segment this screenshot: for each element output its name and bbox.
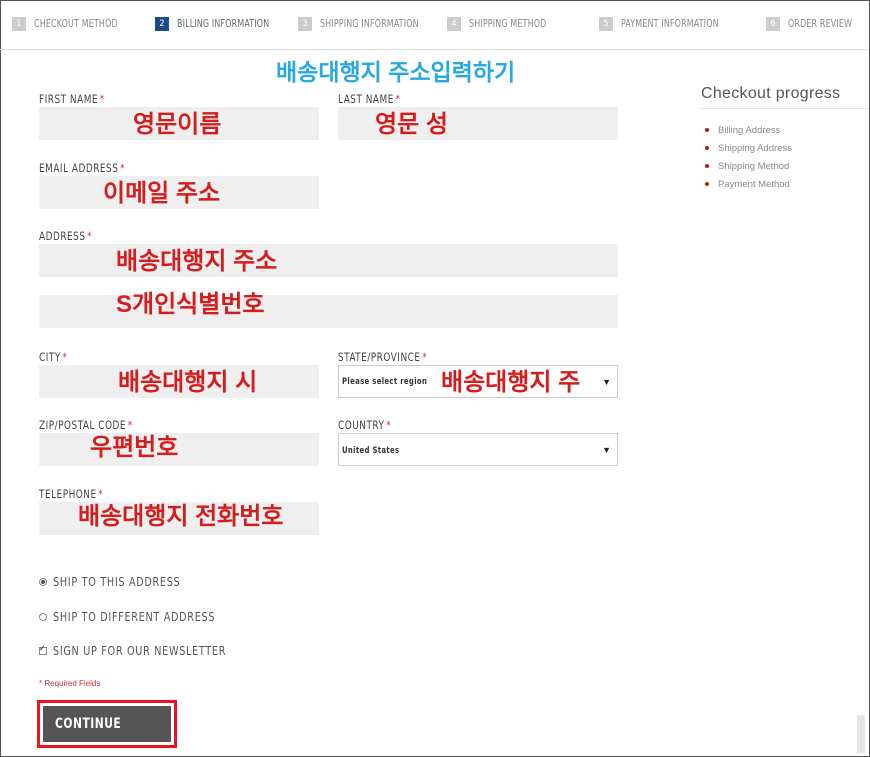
state-selected-value: Please select region	[342, 377, 428, 387]
progress-item-label: Shipping Method	[718, 160, 790, 172]
progress-item: Billing Address	[705, 121, 792, 139]
step-number: 4	[447, 17, 461, 31]
annotation-address-line1: 배송대행지 주소	[116, 248, 278, 275]
step-number: 6	[766, 17, 780, 31]
address-label: ADDRESS *	[39, 229, 92, 243]
bullet-icon	[705, 164, 709, 168]
step-label: PAYMENT INFORMATION	[621, 18, 719, 30]
newsletter-option[interactable]: SIGN UP FOR OUR NEWSLETTER	[39, 643, 254, 658]
step-order-review[interactable]: 6 ORDER REVIEW	[766, 16, 864, 32]
annotation-last-name: 영문 성	[375, 111, 448, 138]
required-fields-note: * Required Fields	[39, 679, 101, 688]
required-marker: *	[422, 350, 428, 364]
last-name-label: LAST NAME *	[338, 92, 401, 106]
annotation-first-name: 영문이름	[133, 111, 222, 138]
continue-highlight: CONTINUE	[37, 700, 177, 748]
label-text: STATE/PROVINCE	[338, 350, 421, 364]
label-text: EMAIL ADDRESS	[39, 161, 119, 175]
required-marker: *	[395, 92, 401, 106]
option-label: SHIP TO THIS ADDRESS	[53, 574, 181, 589]
checkout-steps: 1 CHECKOUT METHOD 2 BILLING INFORMATION …	[0, 0, 868, 50]
step-label: BILLING INFORMATION	[177, 18, 270, 30]
option-label: SHIP TO DIFFERENT ADDRESS	[53, 609, 216, 624]
step-label: CHECKOUT METHOD	[34, 18, 118, 30]
step-payment-information[interactable]: 5 PAYMENT INFORMATION	[599, 16, 737, 32]
label-text: COUNTRY	[338, 418, 385, 432]
progress-item: Payment Method	[705, 175, 792, 193]
label-text: LAST NAME	[338, 92, 394, 106]
bullet-icon	[705, 128, 709, 132]
step-label: SHIPPING METHOD	[469, 18, 547, 30]
chevron-down-icon: ▼	[602, 445, 611, 455]
required-marker: *	[62, 350, 68, 364]
step-label: ORDER REVIEW	[788, 18, 853, 30]
email-label: EMAIL ADDRESS *	[39, 161, 125, 175]
required-marker: *	[87, 229, 93, 243]
country-label: COUNTRY *	[338, 418, 391, 432]
country-selected-value: United States	[342, 446, 400, 456]
step-shipping-method[interactable]: 4 SHIPPING METHOD	[447, 16, 561, 32]
bullet-icon	[705, 182, 709, 186]
progress-item: Shipping Address	[705, 139, 792, 157]
checkout-progress-list: Billing Address Shipping Address Shippin…	[705, 121, 792, 193]
required-marker: *	[98, 487, 104, 501]
step-number: 3	[298, 17, 312, 31]
radio-selected-icon[interactable]	[39, 577, 47, 586]
label-text: FIRST NAME	[39, 92, 99, 106]
step-shipping-information[interactable]: 3 SHIPPING INFORMATION	[298, 16, 438, 32]
step-number: 1	[12, 17, 26, 31]
progress-item: Shipping Method	[705, 157, 792, 175]
ship-to-this-address-option[interactable]: SHIP TO THIS ADDRESS	[39, 574, 201, 589]
telephone-label: TELEPHONE *	[39, 487, 103, 501]
checkbox-checked-icon[interactable]	[39, 644, 47, 655]
required-marker: *	[120, 161, 126, 175]
scrollbar[interactable]	[857, 715, 865, 753]
zip-input[interactable]	[39, 433, 319, 466]
label-text: CITY	[39, 350, 61, 364]
continue-button[interactable]: CONTINUE	[43, 706, 171, 742]
annotation-email: 이메일 주소	[103, 180, 221, 207]
annotation-state: 배송대행지 주	[441, 369, 581, 396]
bullet-icon	[705, 146, 709, 150]
checkout-progress-title: Checkout progress	[701, 85, 841, 102]
step-billing-information[interactable]: 2 BILLING INFORMATION	[155, 16, 287, 32]
annotation-city: 배송대행지 시	[118, 369, 258, 396]
country-select[interactable]: United States ▼	[338, 433, 618, 466]
radio-empty-icon[interactable]	[39, 612, 47, 621]
progress-item-label: Billing Address	[718, 124, 781, 136]
continue-label: CONTINUE	[55, 716, 122, 732]
required-marker: *	[127, 418, 133, 432]
first-name-label: FIRST NAME *	[39, 92, 105, 106]
chevron-down-icon: ▼	[602, 377, 611, 387]
label-text: TELEPHONE	[39, 487, 97, 501]
label-text: ADDRESS	[39, 229, 86, 243]
required-marker: *	[386, 418, 392, 432]
state-label: STATE/PROVINCE *	[338, 350, 427, 364]
divider	[701, 108, 869, 109]
annotation-title: 배송대행지 주소입력하기	[276, 59, 516, 85]
step-number: 5	[599, 17, 613, 31]
step-checkout-method[interactable]: 1 CHECKOUT METHOD	[12, 16, 134, 32]
progress-item-label: Shipping Address	[718, 142, 792, 154]
zip-label: ZIP/POSTAL CODE *	[39, 418, 133, 432]
ship-to-different-address-option[interactable]: SHIP TO DIFFERENT ADDRESS	[39, 609, 242, 624]
annotation-zip: 우편번호	[90, 434, 179, 461]
city-label: CITY *	[39, 350, 67, 364]
label-text: ZIP/POSTAL CODE	[39, 418, 127, 432]
step-number: 2	[155, 17, 169, 31]
option-label: SIGN UP FOR OUR NEWSLETTER	[53, 643, 227, 658]
step-label: SHIPPING INFORMATION	[320, 18, 419, 30]
progress-item-label: Payment Method	[718, 178, 790, 190]
annotation-telephone: 배송대행지 전화번호	[78, 503, 284, 530]
required-marker: *	[99, 92, 105, 106]
annotation-address-line2: S개인식별번호	[116, 291, 265, 318]
